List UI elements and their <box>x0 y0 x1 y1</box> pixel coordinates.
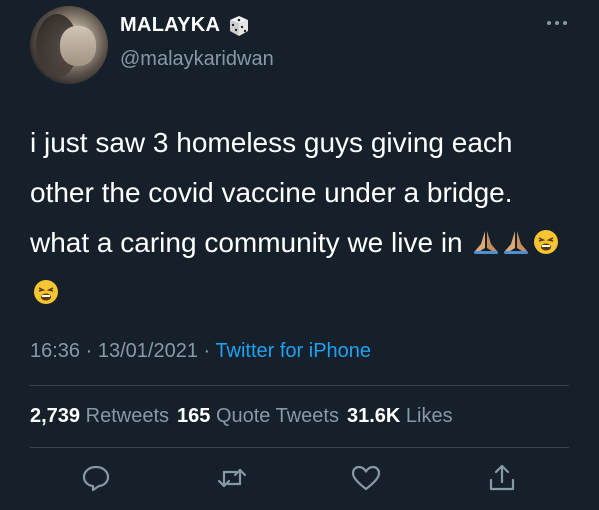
tweet-body: i just saw 3 homeless guys giving each o… <box>30 127 513 258</box>
likes-stat[interactable]: 31.6K Likes <box>347 405 453 428</box>
weary-face-icon <box>532 228 560 256</box>
display-name[interactable]: MALAYKA <box>120 14 220 37</box>
like-icon[interactable] <box>350 462 382 494</box>
likes-count: 31.6K <box>346 405 401 427</box>
tweet-date[interactable]: 13/01/2021 <box>98 340 198 362</box>
tweet-text: i just saw 3 homeless guys giving each o… <box>30 118 575 318</box>
retweets-stat[interactable]: 2,739 Retweets <box>30 405 169 428</box>
tweet-meta: 16:36 · 13/01/2021 · Twitter for iPhone <box>30 340 371 363</box>
dice-icon <box>228 15 250 37</box>
tweet-stats: 2,739 Retweets 165 Quote Tweets 31.6K Li… <box>30 405 453 428</box>
user-name-row: MALAYKA <box>120 14 250 37</box>
quote-tweets-stat[interactable]: 165 Quote Tweets <box>177 405 339 428</box>
retweet-icon[interactable] <box>216 462 248 494</box>
more-icon[interactable] <box>545 18 569 28</box>
weary-face-icon <box>32 278 60 306</box>
quote-tweets-label: Quote Tweets <box>215 405 339 427</box>
avatar[interactable] <box>30 6 108 84</box>
user-handle[interactable]: @malaykaridwan <box>120 48 274 71</box>
share-icon[interactable] <box>486 462 518 494</box>
reply-icon[interactable] <box>80 462 112 494</box>
action-bar <box>30 462 569 502</box>
tweet-time[interactable]: 16:36 <box>30 340 80 362</box>
meta-separator: · <box>85 340 93 362</box>
avatar-face <box>60 26 96 66</box>
meta-separator: · <box>203 340 211 362</box>
retweets-count: 2,739 <box>30 405 81 427</box>
tweet-source-link[interactable]: Twitter for iPhone <box>215 340 371 362</box>
folded-hands-icon <box>472 228 500 256</box>
folded-hands-icon <box>502 228 530 256</box>
divider <box>30 385 569 386</box>
quote-tweets-count: 165 <box>177 405 211 427</box>
divider <box>30 447 569 448</box>
retweets-label: Retweets <box>85 405 169 427</box>
likes-label: Likes <box>405 405 453 427</box>
